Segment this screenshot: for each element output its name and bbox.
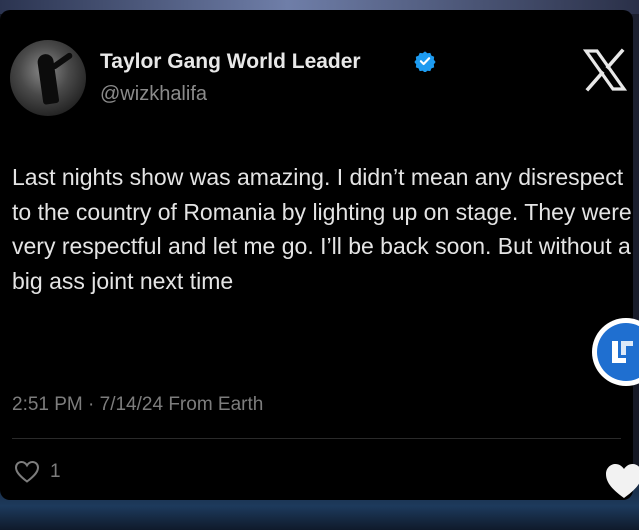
tweet-card: Taylor Gang World Leader @wizkhalifa Las…	[0, 10, 633, 500]
verified-badge-icon	[414, 51, 436, 72]
tweet-text: Last nights show was amazing. I didn’t m…	[12, 164, 632, 294]
divider	[12, 438, 621, 439]
x-logo-icon[interactable]	[582, 48, 628, 92]
overlay-logo-icon	[597, 323, 639, 381]
heart-icon[interactable]	[604, 462, 639, 502]
display-name[interactable]: Taylor Gang World Leader	[100, 50, 361, 74]
like-count: 1	[50, 461, 61, 482]
avatar[interactable]	[10, 40, 86, 116]
tweet-timestamp[interactable]: 2:51 PM · 7/14/24 From Earth	[12, 394, 263, 416]
like-button[interactable]: 1	[14, 460, 61, 484]
avatar-arm	[50, 51, 74, 71]
overlay-logo-mark	[612, 341, 633, 363]
heart-icon	[14, 460, 40, 483]
handle[interactable]: @wizkhalifa	[100, 83, 207, 106]
